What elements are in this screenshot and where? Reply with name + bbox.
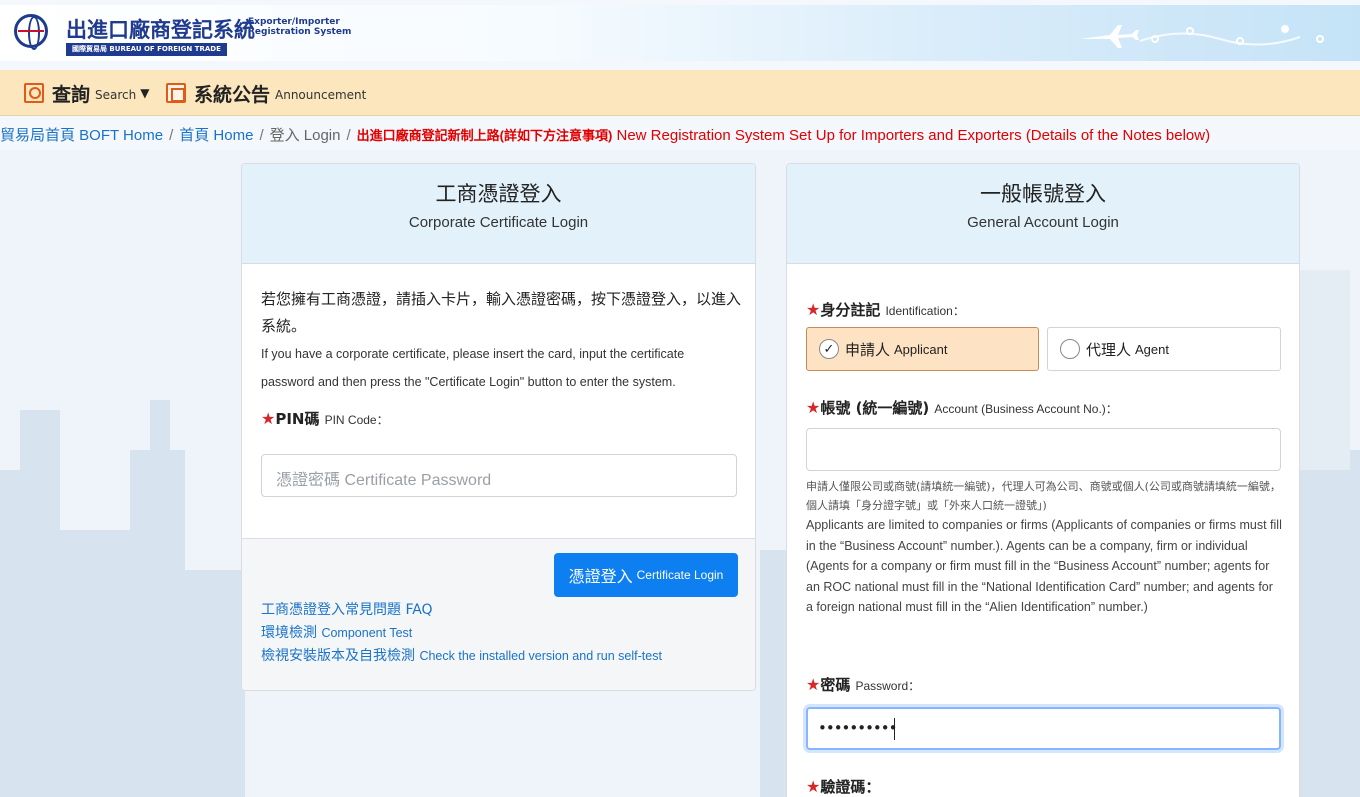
required-star-icon: ★ — [806, 675, 821, 694]
required-star-icon: ★ — [806, 300, 821, 319]
globe-logo-icon[interactable] — [14, 14, 48, 50]
required-star-icon: ★ — [806, 777, 821, 796]
pin-label-en: PIN Code： — [324, 413, 389, 427]
cert-login-body: 若您擁有工商憑證，請插入卡片，輸入憑證密碼，按下憑證登入，以進入系統。 If y… — [261, 286, 741, 429]
certificate-login-button[interactable]: 憑證登入 Certificate Login — [554, 553, 738, 597]
pin-input[interactable]: 憑證密碼 Certificate Password — [261, 454, 737, 497]
account-label-zh: 帳號 (統一編號) — [820, 399, 930, 417]
caret-down-icon: ▼ — [140, 86, 150, 100]
pin-label-zh: PIN碼 — [275, 410, 320, 428]
account-label: ★帳號 (統一編號) Account (Business Account No.… — [806, 397, 1118, 418]
agent-en: Agent — [1135, 341, 1169, 357]
site-header: 出進口廠商登記系統 Exporter/Importer Registration… — [0, 5, 1360, 61]
self-test-zh: 檢視安裝版本及自我檢測 — [261, 648, 415, 664]
site-title-en-line2: Registration System — [248, 27, 352, 37]
pin-placeholder: 憑證密碼 Certificate Password — [276, 472, 492, 489]
password-label-en: Password： — [855, 679, 921, 693]
identity-label: ★身分註記 Identification： — [806, 299, 965, 320]
cert-button-zh: 憑證登入 — [568, 567, 633, 586]
captcha-label: ★驗證碼： — [806, 776, 880, 797]
cert-button-en: Certificate Login — [636, 568, 724, 582]
self-test-link[interactable]: 檢視安裝版本及自我檢測 Check the installed version … — [261, 645, 662, 668]
breadcrumb-separator: / — [259, 127, 264, 144]
component-test-link[interactable]: 環境檢測 Component Test — [261, 622, 662, 645]
breadcrumb-notice-en[interactable]: New Registration System Set Up for Impor… — [612, 127, 1210, 144]
nav-search-en: Search — [95, 88, 137, 102]
faq-link[interactable]: 工商憑證登入常見問題 FAQ — [261, 599, 662, 622]
nav-search-menu[interactable]: 查詢 Search ▼ — [24, 79, 149, 107]
component-test-en: Component Test — [321, 626, 413, 640]
site-title[interactable]: 出進口廠商登記系統 — [66, 14, 255, 44]
nav-announcement-zh: 系統公告 — [194, 83, 271, 106]
account-input[interactable] — [806, 428, 1281, 471]
account-label-en: Account (Business Account No.)： — [934, 402, 1118, 416]
site-title-en: Exporter/Importer Registration System — [248, 17, 351, 37]
cert-desc-en: If you have a corporate certificate, ple… — [261, 347, 685, 389]
general-login-header: 一般帳號登入 General Account Login — [787, 164, 1299, 264]
agent-zh: 代理人 — [1086, 340, 1132, 359]
applicant-zh: 申請人 — [845, 340, 891, 359]
site-title-en-line1: Exporter/Importer — [248, 17, 340, 27]
identity-label-zh: 身分註記 — [820, 301, 881, 319]
cert-login-footer: 憑證登入 Certificate Login 工商憑證登入常見問題 FAQ 環境… — [242, 538, 755, 690]
breadcrumb-separator: / — [169, 127, 174, 144]
cert-login-title-zh: 工商憑證登入 — [435, 182, 562, 206]
breadcrumb-current: 登入 Login — [269, 127, 341, 144]
required-star-icon: ★ — [261, 409, 276, 428]
breadcrumb-boft-home[interactable]: 貿易局首頁 BOFT Home — [0, 127, 163, 144]
general-login-title-zh: 一般帳號登入 — [980, 182, 1106, 206]
identity-label-en: Identification： — [885, 304, 965, 318]
main-nav: 查詢 Search ▼ 系統公告 Announcement — [0, 70, 1360, 116]
radio-checked-icon: ✓ — [819, 339, 839, 359]
pin-label: ★PIN碼 PIN Code： — [261, 408, 741, 429]
self-test-en: Check the installed version and run self… — [419, 649, 662, 663]
account-help-zh: 申請人僅限公司或商號(請填統一編號)，代理人可為公司、商號或個人(公司或商號請填… — [806, 480, 1281, 512]
applicant-en: Applicant — [894, 341, 948, 357]
required-star-icon: ★ — [806, 398, 821, 417]
component-test-zh: 環境檢測 — [261, 625, 317, 641]
general-login-title-en: General Account Login — [967, 214, 1119, 231]
cert-desc-zh: 若您擁有工商憑證，請插入卡片，輸入憑證密碼，按下憑證登入，以進入系統。 — [261, 290, 742, 335]
breadcrumb-notice-zh[interactable]: 出進口廠商登記新制上路(詳如下方注意事項) — [357, 128, 613, 143]
nav-announcement-en: Announcement — [275, 88, 367, 102]
breadcrumb-separator: / — [346, 127, 351, 144]
password-label-zh: 密碼 — [820, 676, 851, 694]
radio-unchecked-icon — [1060, 339, 1080, 359]
cert-login-header: 工商憑證登入 Corporate Certificate Login — [242, 164, 755, 264]
password-label: ★密碼 Password： — [806, 674, 920, 695]
announcement-icon — [166, 83, 186, 103]
account-help: 申請人僅限公司或商號(請填統一編號)，代理人可為公司、商號或個人(公司或商號請填… — [806, 477, 1282, 618]
nav-announcement[interactable]: 系統公告 Announcement — [166, 79, 366, 107]
bureau-label: 國際貿易局 BUREAU OF FOREIGN TRADE — [66, 43, 227, 56]
page: 出進口廠商登記系統 Exporter/Importer Registration… — [0, 0, 1360, 797]
cert-login-card: 工商憑證登入 Corporate Certificate Login 若您擁有工… — [241, 163, 756, 691]
breadcrumb-home[interactable]: 首頁 Home — [179, 127, 253, 144]
cert-login-title-en: Corporate Certificate Login — [408, 214, 589, 231]
identity-option-agent[interactable]: 代理人 Agent — [1047, 327, 1281, 371]
password-value: •••••••••• — [818, 719, 897, 737]
general-login-card: 一般帳號登入 General Account Login ★身分註記 Ident… — [786, 163, 1300, 797]
password-input[interactable]: •••••••••• — [806, 707, 1281, 750]
nav-search-zh: 查詢 — [52, 83, 91, 106]
account-help-en: Applicants are limited to companies or f… — [806, 518, 1282, 614]
identity-option-applicant[interactable]: ✓ 申請人 Applicant — [806, 327, 1039, 371]
captcha-label-zh: 驗證碼： — [820, 778, 881, 796]
search-icon — [24, 83, 44, 103]
breadcrumb: 貿易局首頁 BOFT Home / 首頁 Home / 登入 Login / 出進口廠商登記… — [0, 124, 1360, 148]
airplane-decoration-icon — [1080, 25, 1324, 48]
cert-help-links: 工商憑證登入常見問題 FAQ 環境檢測 Component Test 檢視安裝版… — [261, 599, 662, 668]
text-cursor — [894, 718, 895, 740]
